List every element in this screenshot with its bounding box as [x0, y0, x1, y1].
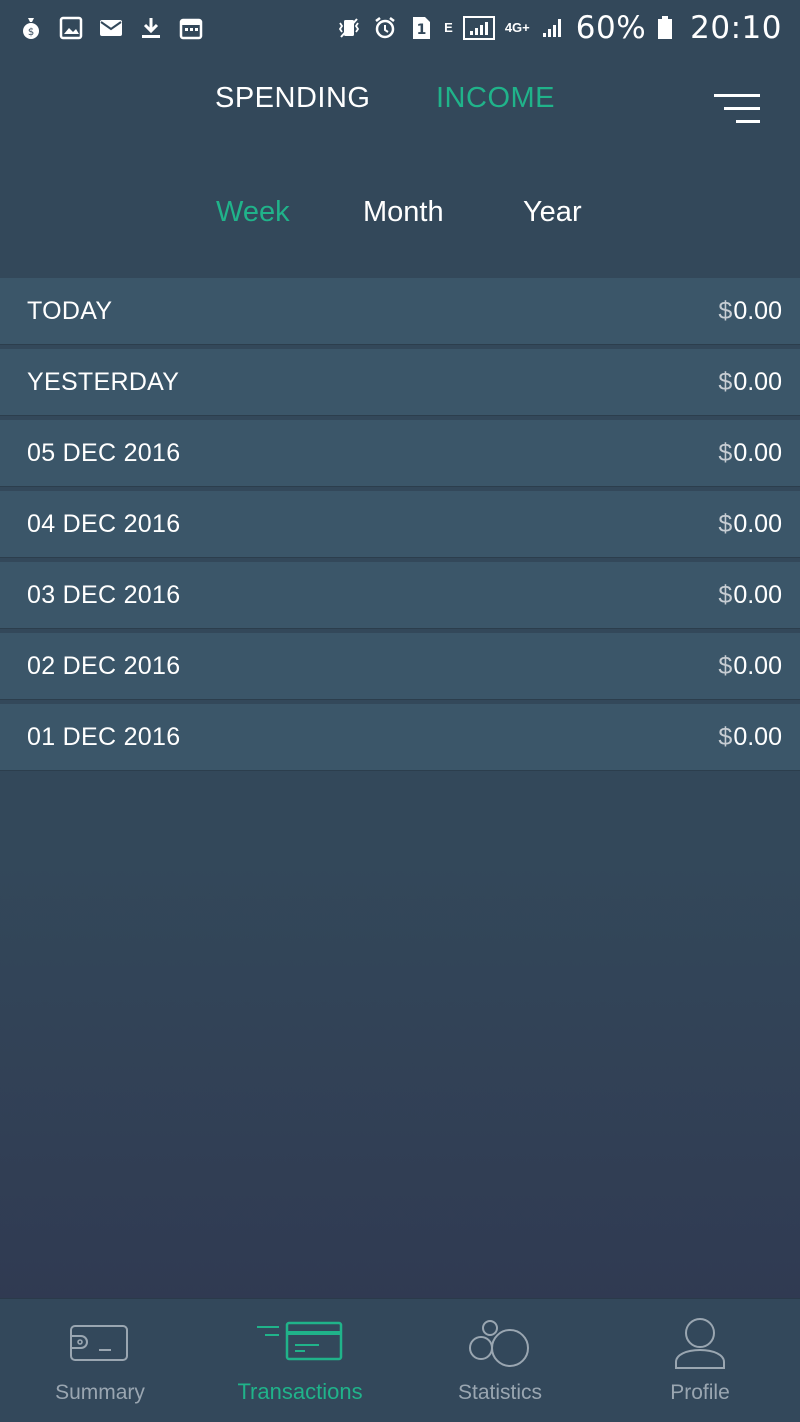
period-tabs: Week Month Year — [0, 196, 800, 246]
nav-label: Profile — [670, 1381, 730, 1404]
list-item-amount: $0.00 — [718, 297, 782, 326]
bubbles-icon — [467, 1315, 533, 1371]
nav-label: Statistics — [457, 1381, 543, 1404]
calendar-icon — [178, 15, 204, 41]
tab-week[interactable]: Week — [216, 196, 290, 229]
list-item[interactable]: 05 DEC 2016 $0.00 — [0, 420, 800, 487]
tab-year[interactable]: Year — [523, 196, 582, 229]
vibrate-icon — [336, 15, 362, 41]
network-type-e: E — [444, 20, 453, 35]
currency-symbol: $ — [718, 367, 733, 396]
amount-value: 0.00 — [733, 651, 782, 680]
list-item-amount: $0.00 — [718, 723, 782, 752]
list-item-date: 03 DEC 2016 — [27, 580, 181, 609]
sim-icon: 1 — [408, 15, 434, 41]
battery-icon — [656, 15, 674, 41]
wallet-icon — [69, 1315, 131, 1371]
cell-signal-icon — [540, 15, 566, 41]
amount-value: 0.00 — [733, 367, 782, 396]
signal-icon — [462, 15, 495, 41]
bottom-navigation: Summary Transactions Statistics Profile — [0, 1298, 800, 1422]
amount-value: 0.00 — [733, 509, 782, 538]
nav-label: Transactions — [237, 1379, 363, 1404]
list-item-date: 04 DEC 2016 — [27, 509, 181, 538]
list-item[interactable]: 04 DEC 2016 $0.00 — [0, 491, 800, 558]
list-item-date: YESTERDAY — [27, 367, 180, 396]
status-bar: $ 1 E 4G+ 60% 20:10 — [0, 0, 800, 56]
list-item-date: TODAY — [27, 296, 113, 325]
sim-slot-number: 1 — [417, 22, 427, 38]
currency-symbol: $ — [718, 651, 733, 680]
download-icon — [138, 15, 164, 41]
nav-statistics[interactable]: Statistics — [400, 1299, 600, 1422]
hamburger-menu-icon[interactable] — [712, 92, 764, 126]
list-item[interactable]: 01 DEC 2016 $0.00 — [0, 704, 800, 771]
amount-value: 0.00 — [733, 722, 782, 751]
clock: 20:10 — [690, 10, 782, 46]
system-icons: 1 E 4G+ 60% 20:10 — [336, 10, 782, 46]
card-icon — [255, 1315, 345, 1371]
type-tabs: SPENDING INCOME — [0, 82, 800, 138]
list-item-amount: $0.00 — [718, 652, 782, 681]
battery-percent: 60% — [575, 10, 647, 46]
mail-icon — [98, 15, 124, 41]
nav-summary[interactable]: Summary — [0, 1299, 200, 1422]
money-bag-icon: $ — [18, 15, 44, 41]
network-type-4g: 4G+ — [504, 20, 530, 35]
tab-income[interactable]: INCOME — [436, 82, 555, 115]
nav-profile[interactable]: Profile — [600, 1299, 800, 1422]
list-item-amount: $0.00 — [718, 439, 782, 468]
amount-value: 0.00 — [733, 296, 782, 325]
currency-symbol: $ — [718, 438, 733, 467]
list-item[interactable]: 02 DEC 2016 $0.00 — [0, 633, 800, 700]
image-icon — [58, 15, 84, 41]
nav-label: Summary — [55, 1381, 145, 1404]
amount-value: 0.00 — [733, 580, 782, 609]
list-item-date: 02 DEC 2016 — [27, 651, 181, 680]
currency-symbol: $ — [718, 509, 733, 538]
transaction-list: TODAY $0.00 YESTERDAY $0.00 05 DEC 2016 … — [0, 278, 800, 775]
list-item[interactable]: YESTERDAY $0.00 — [0, 349, 800, 416]
list-item-amount: $0.00 — [718, 510, 782, 539]
tab-month[interactable]: Month — [363, 196, 444, 229]
list-item-date: 05 DEC 2016 — [27, 438, 181, 467]
currency-symbol: $ — [718, 296, 733, 325]
nav-transactions[interactable]: Transactions — [200, 1299, 400, 1422]
alarm-icon — [372, 15, 398, 41]
list-item-date: 01 DEC 2016 — [27, 722, 181, 751]
svg-text:$: $ — [28, 27, 34, 38]
user-icon — [672, 1315, 728, 1371]
currency-symbol: $ — [718, 580, 733, 609]
tab-spending[interactable]: SPENDING — [215, 82, 370, 115]
list-item-amount: $0.00 — [718, 368, 782, 397]
list-item[interactable]: TODAY $0.00 — [0, 278, 800, 345]
list-item[interactable]: 03 DEC 2016 $0.00 — [0, 562, 800, 629]
currency-symbol: $ — [718, 722, 733, 751]
notification-icons: $ — [18, 15, 204, 41]
list-item-amount: $0.00 — [718, 581, 782, 610]
amount-value: 0.00 — [733, 438, 782, 467]
